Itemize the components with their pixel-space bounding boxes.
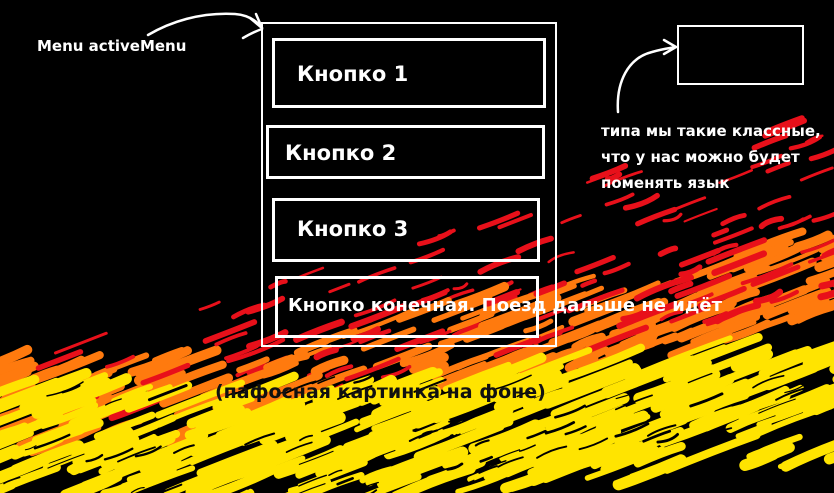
menu-button-2-label: Кнопко 2 [285, 141, 397, 165]
menu-button-final-label: Кнопко конечная. Поезд дальше не идёт [288, 295, 723, 316]
sketch-canvas: Menu activeMenu Кнопко 1 Кнопко 2 Кнопко… [0, 0, 834, 493]
menu-button-2[interactable]: Кнопко 2 [266, 125, 545, 179]
menu-label: Menu activeMenu [37, 37, 187, 55]
language-note: типа мы такие классные, что у нас можно … [601, 122, 821, 192]
menu-button-3-label: Кнопко 3 [297, 217, 409, 241]
menu-button-1[interactable]: Кнопко 1 [272, 38, 546, 108]
menu-button-1-label: Кнопко 1 [297, 62, 409, 86]
background-note: (пафосная картинка на фоне) [215, 381, 546, 403]
language-switcher[interactable] [677, 25, 804, 85]
menu-button-final[interactable]: Кнопко конечная. Поезд дальше не идёт [275, 276, 722, 338]
menu-button-3[interactable]: Кнопко 3 [272, 198, 540, 262]
